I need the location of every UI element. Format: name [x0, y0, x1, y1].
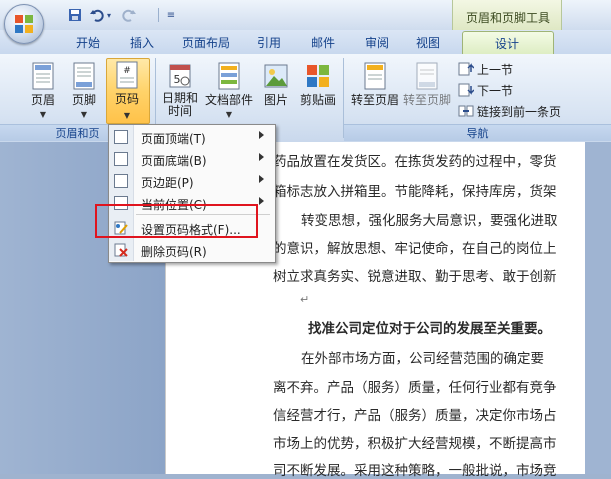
- clipart-button[interactable]: 剪贴画: [298, 60, 338, 120]
- doc-line: 离不弃。产品（服务）质量，任何行业都有竞争: [273, 380, 557, 396]
- doc-line: 信经营才行，产品（服务）质量，决定你市场占: [273, 408, 557, 424]
- submenu-arrow-icon: [259, 175, 264, 183]
- page-margin-icon: [114, 174, 128, 188]
- contextual-tools-title: 页眉和页脚工具: [465, 11, 550, 25]
- menu-item-page-margins[interactable]: 页边距(P): [109, 170, 274, 192]
- datetime-button[interactable]: 5 日期和 时间: [160, 60, 200, 120]
- dropdown-arrow-icon: ▼: [80, 110, 88, 119]
- link-previous-button[interactable]: 链接到前一条页: [458, 102, 611, 120]
- page-number-button[interactable]: # 页码 ▼: [106, 58, 150, 124]
- next-section-label: 下一节: [477, 83, 514, 98]
- link-previous-label: 链接到前一条页: [477, 104, 562, 119]
- doc-heading: 找准公司定位对于公司的发展至关重要。: [308, 321, 551, 337]
- link-icon: [458, 105, 474, 117]
- datetime-label-line2: 时间: [167, 104, 192, 118]
- page-bottom-icon: [114, 152, 128, 166]
- goto-header-icon: [364, 62, 386, 90]
- page-number-icon: #: [116, 61, 138, 89]
- menu-item-label: 删除页码(R): [141, 245, 207, 259]
- office-logo-icon: [15, 15, 33, 33]
- group-label-navigation: 导航: [344, 124, 611, 141]
- goto-footer-button: 转至页脚: [403, 60, 451, 120]
- next-section-icon: [458, 83, 474, 97]
- doc-parts-button[interactable]: 文档部件 ▼: [205, 60, 253, 120]
- doc-line: 树立求真务实、锐意进取、勤于思考、敢于创新: [273, 269, 557, 285]
- remove-page-number-icon: [114, 243, 128, 257]
- header-button[interactable]: 页眉 ▼: [23, 60, 63, 120]
- goto-header-button[interactable]: 转至页眉: [351, 60, 399, 120]
- svg-text:#: #: [123, 66, 131, 76]
- prev-section-label: 上一节: [477, 62, 514, 77]
- clipart-label: 剪贴画: [299, 93, 336, 107]
- tab-review[interactable]: 审阅: [362, 34, 392, 52]
- page-top-icon: [114, 130, 128, 144]
- prev-section-icon: [458, 62, 474, 76]
- menu-item-label: 页面底端(B): [141, 154, 207, 168]
- submenu-arrow-icon: [259, 153, 264, 161]
- undo-dropdown-icon[interactable]: ▾: [104, 6, 114, 24]
- doc-line: 的意识，解放思想、牢记使命，在自己的岗位上: [273, 241, 557, 257]
- footer-icon: [73, 62, 95, 90]
- picture-label: 图片: [263, 93, 288, 107]
- calendar-icon: 5: [169, 64, 191, 88]
- goto-header-label: 转至页眉: [350, 93, 399, 107]
- goto-footer-label: 转至页脚: [402, 93, 451, 107]
- doc-line: 药品放置在发货区。在拣货发药的过程中，零货: [273, 154, 557, 170]
- goto-footer-icon: [416, 62, 438, 90]
- qat-separator: [158, 8, 159, 22]
- tab-home[interactable]: 开始: [72, 34, 104, 52]
- redo-icon: [120, 6, 138, 24]
- picture-button[interactable]: 图片: [256, 60, 296, 120]
- doc-parts-icon: [218, 62, 240, 90]
- next-section-button[interactable]: 下一节: [458, 81, 513, 99]
- tab-references[interactable]: 引用: [254, 34, 284, 52]
- footer-button[interactable]: 页脚 ▼: [64, 60, 104, 120]
- dropdown-arrow-icon: ▼: [39, 110, 47, 119]
- document-background-right: [585, 142, 611, 474]
- menu-item-bottom-of-page[interactable]: 页面底端(B): [109, 148, 274, 170]
- save-icon[interactable]: [66, 6, 84, 24]
- doc-parts-label: 文档部件: [204, 93, 253, 107]
- tab-mailings[interactable]: 邮件: [308, 34, 338, 52]
- header-icon: [32, 62, 54, 90]
- paragraph-mark: ↵: [300, 293, 310, 306]
- clipart-icon: [307, 65, 329, 87]
- menu-item-remove-page-numbers[interactable]: 删除页码(R): [109, 239, 274, 261]
- customize-icon[interactable]: ≡: [162, 6, 180, 24]
- svg-text:5: 5: [174, 73, 181, 86]
- doc-line: 箱标志放入拼箱里。节能降耗，保持库房，货架: [273, 184, 557, 200]
- doc-line: 在外部市场方面，公司经营范围的确定要: [301, 351, 544, 367]
- office-button[interactable]: [4, 4, 44, 44]
- menu-item-label: 页面顶端(T): [141, 132, 206, 146]
- doc-line: 市场上的优势，积极扩大经营规模，不断提高市: [273, 436, 557, 452]
- menu-item-label: 页边距(P): [141, 176, 194, 190]
- submenu-arrow-icon: [259, 131, 264, 139]
- footer-button-label: 页脚: [71, 93, 96, 107]
- picture-icon: [264, 64, 288, 88]
- tab-insert[interactable]: 插入: [126, 34, 158, 52]
- doc-line: 转变思想，强化服务大局意识，要强化进取: [301, 213, 558, 229]
- submenu-arrow-icon: [259, 197, 264, 205]
- prev-section-button[interactable]: 上一节: [458, 60, 513, 78]
- tab-view[interactable]: 视图: [413, 34, 443, 52]
- dropdown-arrow-icon: ▼: [123, 111, 131, 120]
- menu-item-top-of-page[interactable]: 页面顶端(T): [109, 126, 274, 148]
- tab-design-label: 设计: [494, 37, 519, 51]
- dropdown-arrow-icon: ▼: [225, 110, 233, 119]
- page-number-button-label: 页码: [114, 92, 139, 106]
- tab-page-layout[interactable]: 页面布局: [178, 34, 234, 52]
- doc-line: 司不断发展。采用这种策略，一般批说，市场竞: [273, 463, 557, 479]
- annotation-highlight-box: [95, 204, 258, 238]
